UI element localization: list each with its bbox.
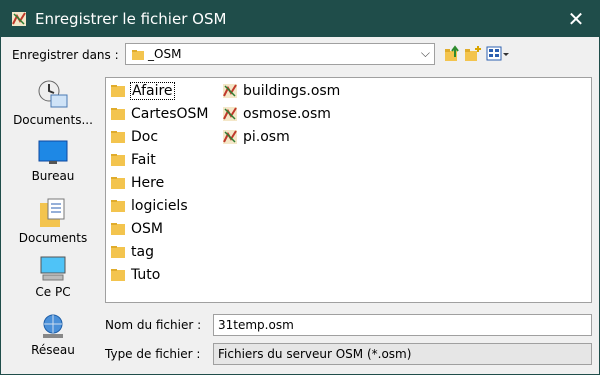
osm-file-icon xyxy=(223,84,237,98)
osm-file-icon xyxy=(223,107,237,121)
folder-item[interactable]: Tuto xyxy=(110,265,160,285)
app-icon xyxy=(12,12,26,26)
close-button[interactable]: ✕ xyxy=(553,1,599,37)
folder-item[interactable]: Doc xyxy=(110,127,158,147)
folder-name: Tuto xyxy=(131,267,161,283)
save-in-dropdown[interactable]: _OSM ⌵ xyxy=(125,43,435,65)
folder-icon xyxy=(111,269,125,281)
file-name: osmose.osm xyxy=(243,106,331,122)
computer-icon xyxy=(40,256,66,281)
title-bar: Enregistrer le fichier OSM ✕ xyxy=(1,1,599,37)
current-folder: _OSM xyxy=(148,47,182,61)
folder-item[interactable]: tag xyxy=(110,242,154,262)
folder-name: Afaire xyxy=(130,82,175,100)
folder-item[interactable]: logiciels xyxy=(110,196,188,216)
folder-icon xyxy=(111,177,125,189)
up-folder-icon[interactable] xyxy=(443,45,461,63)
folder-name: CartesOSM xyxy=(131,106,209,122)
folder-icon xyxy=(132,50,144,60)
filename-label: Nom du fichier : xyxy=(105,318,202,332)
file-item[interactable]: buildings.osm xyxy=(222,81,340,101)
folder-icon xyxy=(111,200,125,212)
folder-name: Fait xyxy=(131,152,156,168)
place-label: Bureau xyxy=(31,169,75,183)
folder-item[interactable]: Here xyxy=(110,173,164,193)
chevron-down-icon: ⌵ xyxy=(420,46,430,60)
places-bar: Documents... Bureau Documents Ce PC Rése… xyxy=(10,79,96,369)
place-label: Documents xyxy=(18,231,88,245)
folder-icon xyxy=(111,108,125,120)
view-menu-icon[interactable] xyxy=(486,45,510,63)
folder-name: logiciels xyxy=(131,198,188,214)
new-folder-icon[interactable] xyxy=(464,45,482,63)
documents-icon xyxy=(40,198,65,227)
network-icon xyxy=(43,314,63,338)
filetype-dropdown[interactable]: Fichiers du serveur OSM (*.osm) xyxy=(213,343,592,365)
folder-name: Doc xyxy=(131,129,159,145)
folder-item[interactable]: Afaire xyxy=(110,81,175,101)
place-label: Documents... xyxy=(13,113,93,127)
folder-icon xyxy=(111,154,125,166)
save-dialog: Enregistrer le fichier OSM ✕ Enregistrer… xyxy=(0,0,600,375)
folder-item[interactable]: Fait xyxy=(110,150,156,170)
place-this-pc[interactable]: Ce PC xyxy=(10,255,96,299)
place-label: Réseau xyxy=(31,343,75,357)
file-name: buildings.osm xyxy=(243,83,341,99)
folder-icon xyxy=(111,223,125,235)
place-label: Ce PC xyxy=(35,285,71,299)
folder-item[interactable]: CartesOSM xyxy=(110,104,209,124)
place-recent-documents[interactable]: Documents... xyxy=(10,79,96,127)
close-icon: ✕ xyxy=(567,7,585,31)
folder-name: tag xyxy=(131,244,154,260)
folder-item[interactable]: OSM xyxy=(110,219,163,239)
folder-icon xyxy=(111,85,125,97)
folder-icon xyxy=(111,131,125,143)
place-desktop[interactable]: Bureau xyxy=(10,139,96,183)
file-name: pi.osm xyxy=(243,129,290,145)
filetype-label: Type de fichier : xyxy=(105,347,201,361)
place-network[interactable]: Réseau xyxy=(10,313,96,357)
desktop-icon xyxy=(38,140,68,164)
folder-name: OSM xyxy=(131,221,163,237)
save-in-label: Enregistrer dans : xyxy=(12,48,119,62)
window-title: Enregistrer le fichier OSM xyxy=(35,10,227,28)
folder-icon xyxy=(111,246,125,258)
osm-file-icon xyxy=(223,130,237,144)
filename-input[interactable]: 31temp.osm xyxy=(213,314,592,336)
file-list[interactable]: Afaire CartesOSM Doc Fait Here logiciels… xyxy=(105,77,592,303)
file-item[interactable]: pi.osm xyxy=(222,127,290,147)
file-item[interactable]: osmose.osm xyxy=(222,104,331,124)
folder-name: Here xyxy=(131,175,165,191)
recent-documents-icon xyxy=(38,80,68,108)
place-documents[interactable]: Documents xyxy=(10,197,96,245)
